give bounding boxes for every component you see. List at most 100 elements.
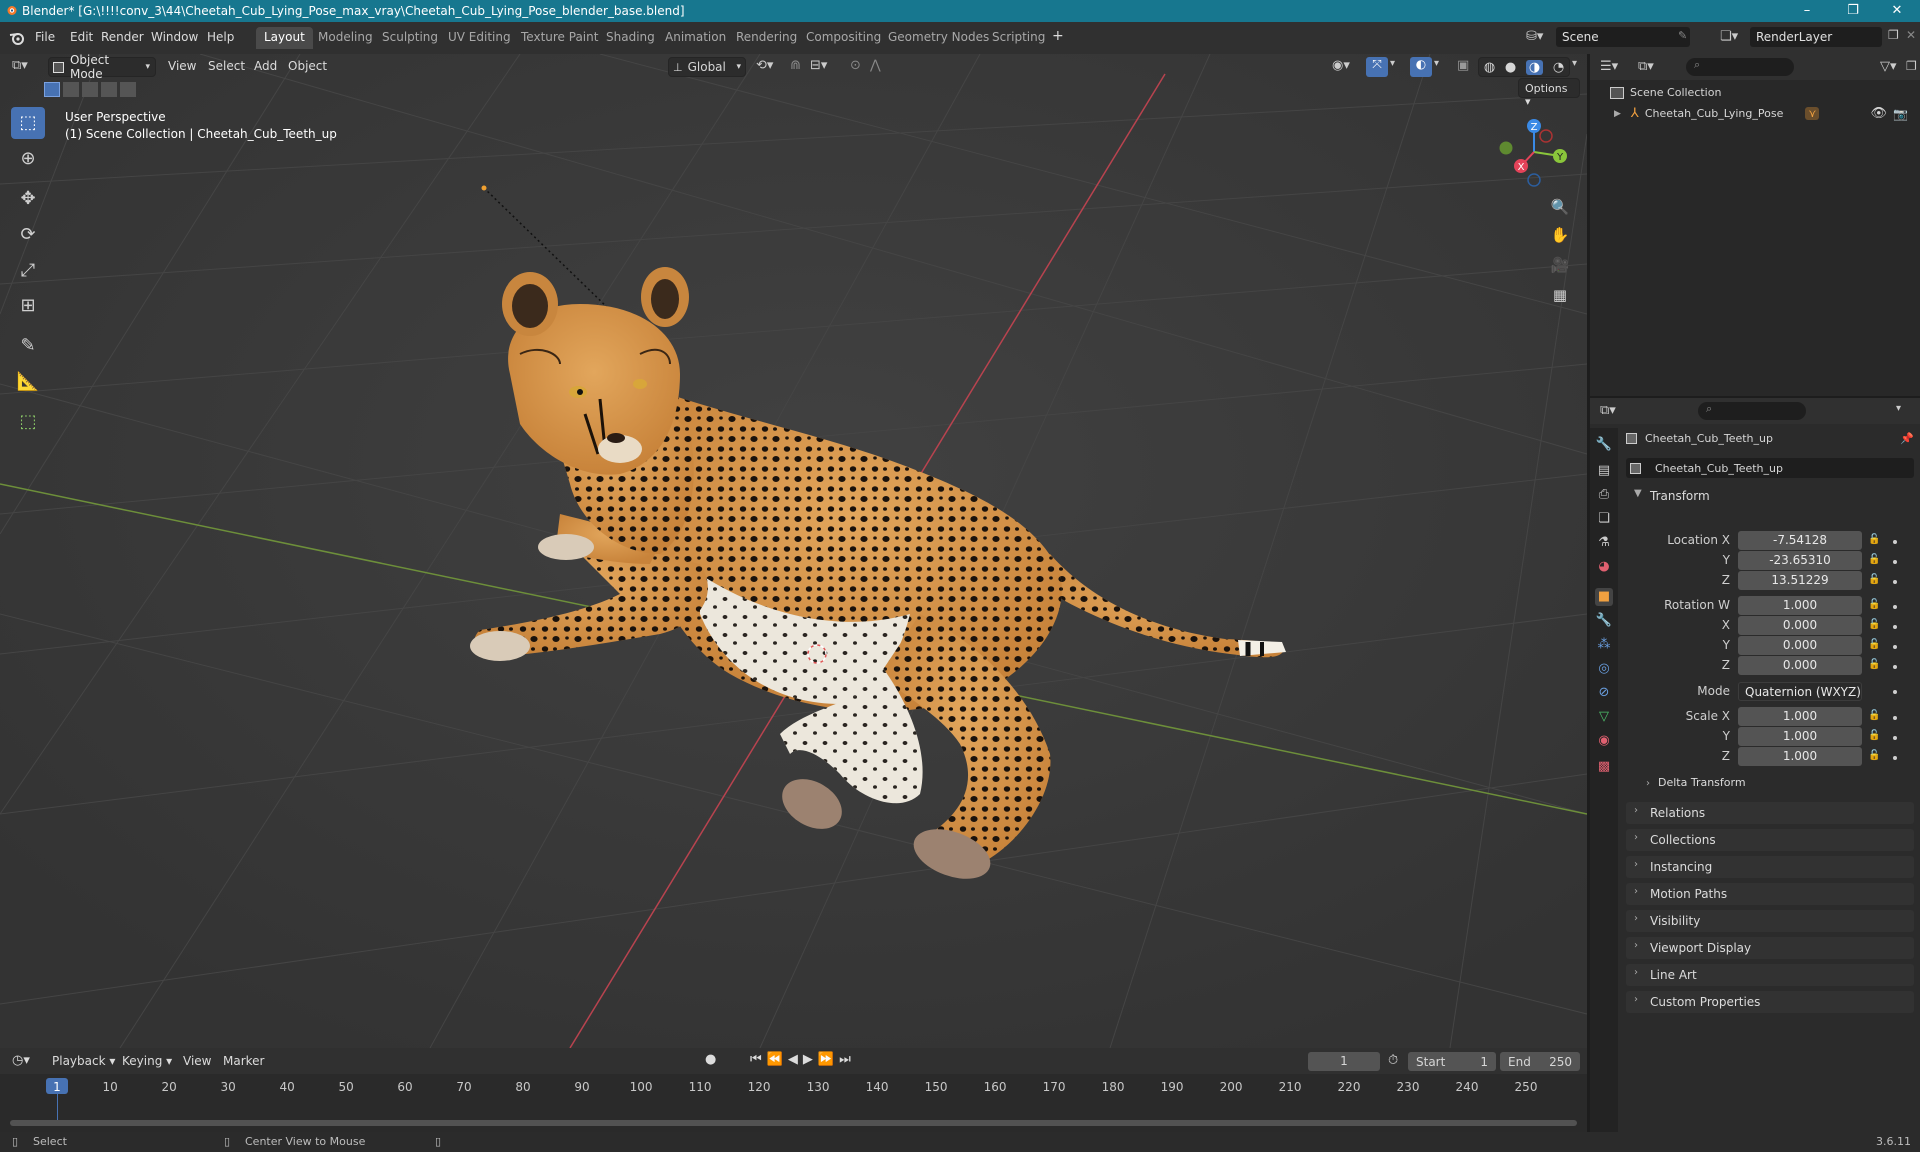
pan-hand-icon[interactable]: ✋ [1547, 222, 1573, 248]
tab-geometry-nodes[interactable]: Geometry Nodes [880, 27, 997, 49]
visibility-filter-icon[interactable]: ◉▾ [1332, 58, 1350, 73]
menu-window[interactable]: Window [151, 30, 198, 44]
collections-panel-header[interactable]: › Collections [1626, 829, 1914, 851]
instancing-panel-header[interactable]: › Instancing [1626, 856, 1914, 878]
timeline-view-menu[interactable]: View [183, 1054, 211, 1068]
lock-icon[interactable]: 🔓 [1868, 730, 1880, 741]
tab-rendering[interactable]: Rendering [728, 27, 805, 49]
lock-icon[interactable]: 🔓 [1868, 554, 1880, 565]
lock-icon[interactable]: 🔓 [1868, 599, 1880, 610]
add-cube-tool[interactable]: ⬚ [11, 406, 45, 438]
rotation-w-field[interactable]: 1.000 [1738, 596, 1862, 615]
3d-viewport[interactable]: ⧉▾ Object Mode ▾ View Select Add Object … [0, 54, 1587, 1048]
location-z-field[interactable]: 13.51229 [1738, 571, 1862, 590]
select-intersect-icon[interactable] [120, 81, 136, 97]
lock-icon[interactable]: 🔓 [1868, 710, 1880, 721]
keyframe-dot-icon[interactable] [1893, 756, 1897, 760]
auto-keying-icon[interactable]: ● [705, 1052, 716, 1067]
motion-paths-panel-header[interactable]: › Motion Paths [1626, 883, 1914, 905]
lock-icon[interactable]: 🔓 [1868, 619, 1880, 630]
select-extend-icon[interactable] [63, 81, 79, 97]
navigation-gizmo[interactable]: Z Y X [1494, 112, 1574, 192]
overlays-toggle-icon[interactable]: ◐ [1410, 57, 1432, 77]
tab-modeling[interactable]: Modeling [310, 27, 381, 49]
rotation-z-field[interactable]: 0.000 [1738, 656, 1862, 675]
playback-menu[interactable]: Playback ▾ [52, 1054, 115, 1068]
rotation-mode-dropdown[interactable]: Quaternion (WXYZ)▾ [1738, 682, 1862, 716]
end-frame-field[interactable]: End 250 [1500, 1052, 1580, 1071]
solid-shading-icon[interactable]: ● [1505, 60, 1516, 75]
keyframe-dot-icon[interactable] [1893, 716, 1897, 720]
scene-icon[interactable]: ⛁▾ [1526, 29, 1543, 44]
render-camera-icon[interactable]: 📷 [1893, 107, 1908, 121]
rotation-y-field[interactable]: 0.000 [1738, 636, 1862, 655]
location-y-field[interactable]: -23.65310 [1738, 551, 1862, 570]
outliner-item-cheetah[interactable]: ▶ ⅄ Cheetah_Cub_Lying_Pose ⋎ 👁 📷 [1614, 106, 1914, 121]
tab-shading[interactable]: Shading [598, 27, 663, 49]
pin-scene-icon[interactable]: ✎ [1678, 29, 1687, 42]
timeline-editor-type-icon[interactable]: ◷▾ [12, 1053, 30, 1068]
rotate-tool[interactable]: ⟳ [11, 219, 45, 251]
keyframe-dot-icon[interactable] [1893, 645, 1897, 649]
scale-x-field[interactable]: 1.000 [1738, 707, 1862, 726]
keyframe-dot-icon[interactable] [1893, 736, 1897, 740]
render-layer-icon[interactable]: ❏▾ [1720, 29, 1738, 44]
minimize-button[interactable]: – [1784, 0, 1830, 22]
menu-edit[interactable]: Edit [70, 30, 93, 44]
tab-layout[interactable]: Layout [256, 27, 313, 49]
filter-icon[interactable]: ▽▾ [1880, 59, 1897, 74]
render-tab-icon[interactable]: ▤ [1595, 462, 1613, 480]
rendered-shading-icon[interactable]: ◔ [1553, 60, 1564, 75]
clock-icon[interactable]: ⏱ [1388, 1053, 1398, 1068]
delta-transform-subpanel[interactable]: › Delta Transform [1646, 776, 1746, 789]
tab-sculpting[interactable]: Sculpting [374, 27, 446, 49]
perspective-toggle-icon[interactable]: ▦ [1547, 282, 1573, 308]
tab-scripting[interactable]: Scripting [984, 27, 1053, 49]
viewport-menu-select[interactable]: Select [208, 59, 245, 73]
keyframe-dot-icon[interactable] [1893, 560, 1897, 564]
keyframe-dot-icon[interactable] [1893, 540, 1897, 544]
timeline-scrollbar[interactable] [10, 1120, 1577, 1126]
viewport-menu-object[interactable]: Object [288, 59, 327, 73]
viewport-menu-add[interactable]: Add [254, 59, 277, 73]
xray-toggle-icon[interactable]: ▣ [1457, 58, 1469, 73]
lock-icon[interactable]: 🔓 [1868, 574, 1880, 585]
new-collection-icon[interactable]: ❐ [1906, 59, 1917, 73]
measure-tool[interactable]: 📐 [11, 366, 45, 398]
current-frame-field[interactable]: 1 [1308, 1052, 1380, 1071]
add-workspace-button[interactable]: + [1052, 28, 1064, 44]
pin-icon[interactable]: 📌 [1900, 432, 1914, 445]
start-frame-field[interactable]: Start 1 [1408, 1052, 1496, 1071]
rotation-x-field[interactable]: 0.000 [1738, 616, 1862, 635]
location-x-field[interactable]: -7.54128 [1738, 531, 1862, 550]
lock-icon[interactable]: 🔓 [1868, 639, 1880, 650]
outliner-search-input[interactable]: ⌕ [1686, 58, 1794, 76]
object-mode-dropdown[interactable]: Object Mode ▾ [48, 54, 156, 81]
scale-tool[interactable]: ⤢ [11, 255, 45, 287]
visibility-panel-header[interactable]: › Visibility [1626, 910, 1914, 932]
pivot-point-icon[interactable]: ⟲▾ [756, 58, 773, 73]
lock-icon[interactable]: 🔓 [1868, 659, 1880, 670]
keyframe-dot-icon[interactable] [1893, 605, 1897, 609]
scale-y-field[interactable]: 1.000 [1738, 727, 1862, 746]
move-tool[interactable]: ✥ [11, 183, 45, 215]
lock-icon[interactable]: 🔓 [1868, 750, 1880, 761]
scene-selector[interactable]: Scene [1556, 27, 1690, 47]
custom-properties-panel-header[interactable]: › Custom Properties [1626, 991, 1914, 1013]
snap-icon[interactable]: ⋒ [790, 58, 801, 73]
object-name-field[interactable]: Cheetah_Cub_Teeth_up [1626, 458, 1914, 478]
menu-help[interactable]: Help [207, 30, 234, 44]
display-mode-icon[interactable]: ⧉▾ [1638, 59, 1654, 74]
wireframe-shading-icon[interactable]: ◍ [1484, 60, 1495, 75]
properties-options-icon[interactable]: ▾ [1896, 403, 1901, 414]
tool-tab-icon[interactable]: 🔧 [1595, 436, 1613, 454]
expand-arrow-icon[interactable]: ▶ [1614, 109, 1621, 119]
editor-type-icon[interactable]: ⧉▾ [12, 58, 28, 73]
proportional-falloff-icon[interactable]: ⋀ [870, 58, 881, 73]
viewport-display-panel-header[interactable]: › Viewport Display [1626, 937, 1914, 959]
annotate-tool[interactable]: ✎ [11, 330, 45, 362]
zoom-icon[interactable]: 🔍 [1547, 194, 1573, 220]
select-invert-icon[interactable] [101, 81, 117, 97]
scene-collection-row[interactable]: Scene Collection [1610, 86, 1721, 99]
line-art-panel-header[interactable]: › Line Art [1626, 964, 1914, 986]
